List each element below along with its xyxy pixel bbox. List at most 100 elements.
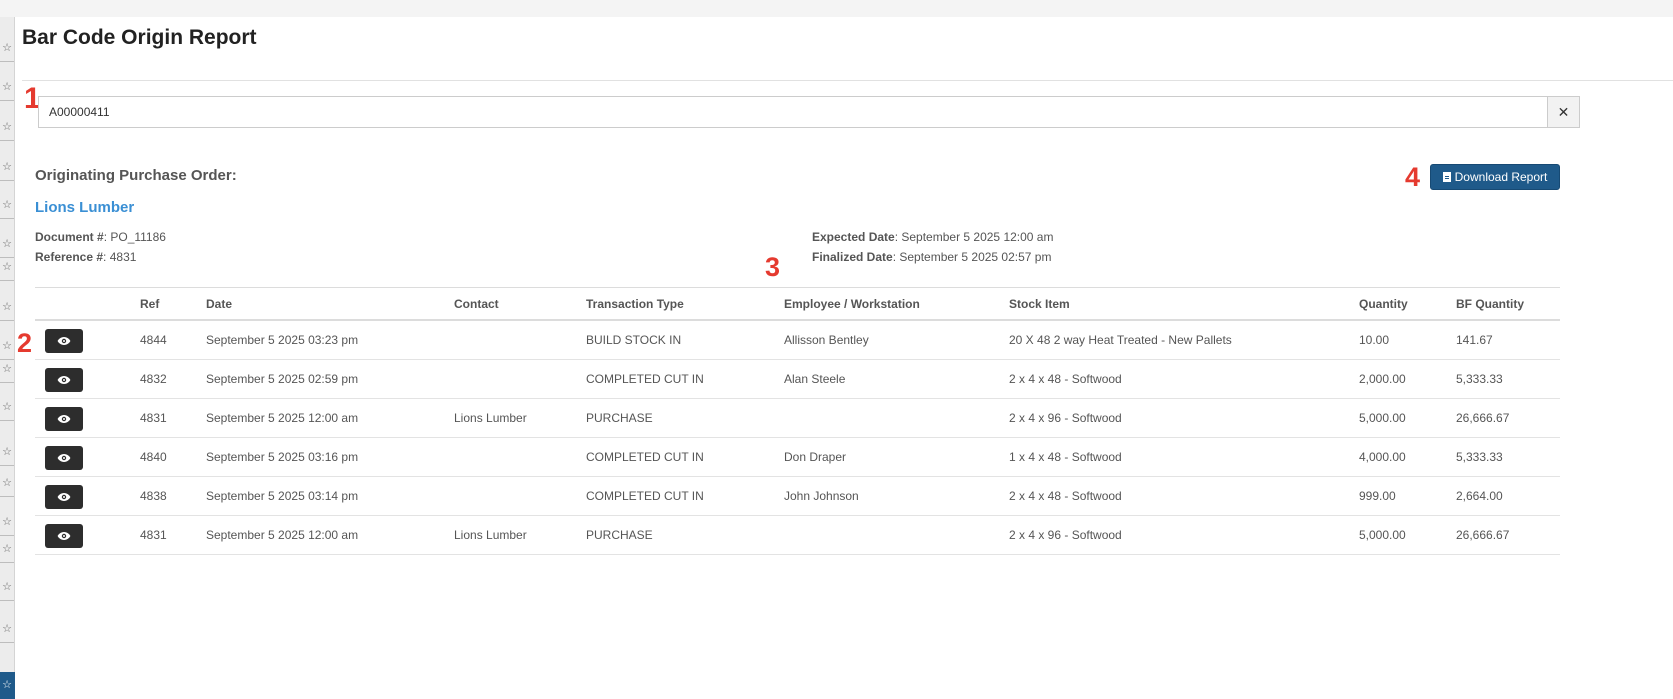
star-icon[interactable]: ☆ (0, 198, 14, 212)
star-icon[interactable]: ☆ (0, 120, 14, 134)
star-icon[interactable]: ☆ (0, 237, 14, 251)
sidebar-divider (0, 257, 14, 258)
view-button[interactable] (45, 446, 83, 470)
file-icon (1442, 172, 1451, 182)
page-title: Bar Code Origin Report (22, 26, 257, 49)
cell-item: 2 x 4 x 96 - Softwood (1009, 528, 1122, 542)
star-icon[interactable]: ☆ (0, 580, 14, 594)
cell-bf: 2,664.00 (1456, 489, 1503, 503)
cell-type: COMPLETED CUT IN (586, 450, 704, 464)
cell-date: September 5 2025 03:23 pm (206, 333, 359, 347)
star-icon[interactable]: ☆ (0, 260, 14, 274)
view-button[interactable] (45, 368, 83, 392)
barcode-search: ✕ (38, 96, 1673, 128)
annotation-marker-4: 4 (1405, 162, 1421, 192)
finalized-date-label: Finalized Date (812, 250, 893, 264)
cell-date: September 5 2025 02:59 pm (206, 372, 359, 386)
cell-item: 2 x 4 x 48 - Softwood (1009, 489, 1122, 503)
download-report-label: Download Report (1454, 170, 1548, 184)
cell-item: 1 x 4 x 48 - Softwood (1009, 450, 1122, 464)
cell-ref: 4832 (140, 372, 167, 386)
cell-ref: 4840 (140, 450, 167, 464)
cell-qty: 5,000.00 (1359, 528, 1406, 542)
eye-icon (57, 454, 71, 462)
cell-qty: 2,000.00 (1359, 372, 1406, 386)
reference-number-label: Reference # (35, 250, 104, 264)
star-icon[interactable]: ☆ (0, 80, 14, 94)
star-icon[interactable]: ☆ (0, 400, 14, 414)
cell-date: September 5 2025 03:14 pm (206, 489, 359, 503)
table-row: 4831 September 5 2025 12:00 am Lions Lumbe… (35, 399, 1560, 438)
cell-contact: Lions Lumber (454, 411, 527, 425)
cell-qty: 5,000.00 (1359, 411, 1406, 425)
cell-bf: 26,666.67 (1456, 411, 1510, 425)
finalized-date-value: : September 5 2025 02:57 pm (892, 250, 1052, 264)
star-icon[interactable]: ☆ (0, 160, 14, 174)
view-button[interactable] (45, 407, 83, 431)
column-header-qty: Quantity (1359, 297, 1408, 311)
sidebar-divider (0, 180, 14, 181)
cell-employee: Don Draper (784, 450, 847, 464)
column-header-bf: BF Quantity (1456, 297, 1524, 311)
cell-type: PURCHASE (586, 411, 653, 425)
star-icon[interactable]: ☆ (0, 515, 14, 529)
table-row: 4831 September 5 2025 12:00 am Lions Lumbe… (35, 516, 1560, 555)
eye-icon (57, 493, 71, 501)
star-icon[interactable]: ☆ (0, 476, 14, 490)
column-header-item: Stock Item (1009, 297, 1070, 311)
table-row: 4840 September 5 2025 03:16 pm COMPLETED C… (35, 438, 1560, 477)
view-button[interactable] (45, 485, 83, 509)
eye-icon (57, 337, 71, 345)
cell-ref: 4831 (140, 411, 167, 425)
cell-bf: 141.67 (1456, 333, 1493, 347)
column-header-ref: Ref (140, 297, 160, 311)
cell-type: BUILD STOCK IN (586, 333, 682, 347)
originating-po-heading: Originating Purchase Order: (35, 167, 237, 184)
reference-number-value: : 4831 (103, 250, 137, 264)
reference-number: Reference #: 4831 (35, 250, 136, 264)
download-report-button[interactable]: Download Report (1430, 164, 1560, 190)
cell-qty: 10.00 (1359, 333, 1390, 347)
column-header-date: Date (206, 297, 233, 311)
sidebar-divider (0, 320, 14, 321)
star-icon[interactable]: ☆ (0, 300, 14, 314)
sidebar-divider (0, 600, 14, 601)
cell-date: September 5 2025 03:16 pm (206, 450, 359, 464)
sidebar-divider (0, 382, 14, 383)
sidebar-divider (0, 465, 14, 466)
cell-employee: Alan Steele (784, 372, 846, 386)
clear-button[interactable]: ✕ (1547, 96, 1580, 128)
view-button[interactable] (45, 524, 83, 548)
sidebar-divider (0, 420, 14, 421)
sidebar-divider (0, 562, 14, 563)
table-top-rule (35, 287, 1560, 288)
sidebar-item-active[interactable]: ☆ (0, 672, 15, 699)
table-row: 4838 September 5 2025 03:14 pm COMPLETED C… (35, 477, 1560, 516)
view-button[interactable] (45, 329, 83, 353)
cell-qty: 999.00 (1359, 489, 1396, 503)
sidebar-divider (0, 140, 14, 141)
star-icon[interactable]: ☆ (0, 622, 14, 636)
star-icon[interactable]: ☆ (0, 542, 14, 556)
star-icon[interactable]: ☆ (0, 41, 14, 55)
star-icon[interactable]: ☆ (0, 362, 14, 376)
top-bar (0, 0, 1673, 17)
document-number-label: Document # (35, 230, 104, 244)
cell-contact: Lions Lumber (454, 528, 527, 542)
star-icon: ☆ (2, 679, 12, 691)
sidebar-divider (0, 280, 14, 281)
star-icon[interactable]: ☆ (0, 445, 14, 459)
eye-icon (57, 376, 71, 384)
annotation-marker-2: 2 (17, 328, 33, 358)
eye-icon (57, 532, 71, 540)
finalized-date: Finalized Date: September 5 2025 02:57 p… (812, 250, 1051, 264)
column-header-employee: Employee / Workstation (784, 297, 920, 311)
barcode-input[interactable] (38, 96, 1548, 128)
cell-type: PURCHASE (586, 528, 653, 542)
vendor-link[interactable]: Lions Lumber (35, 199, 134, 216)
star-icon[interactable]: ☆ (0, 339, 14, 353)
sidebar-divider (0, 218, 14, 219)
title-divider (22, 80, 1673, 81)
annotation-marker-3: 3 (765, 252, 781, 282)
cell-bf: 5,333.33 (1456, 372, 1503, 386)
